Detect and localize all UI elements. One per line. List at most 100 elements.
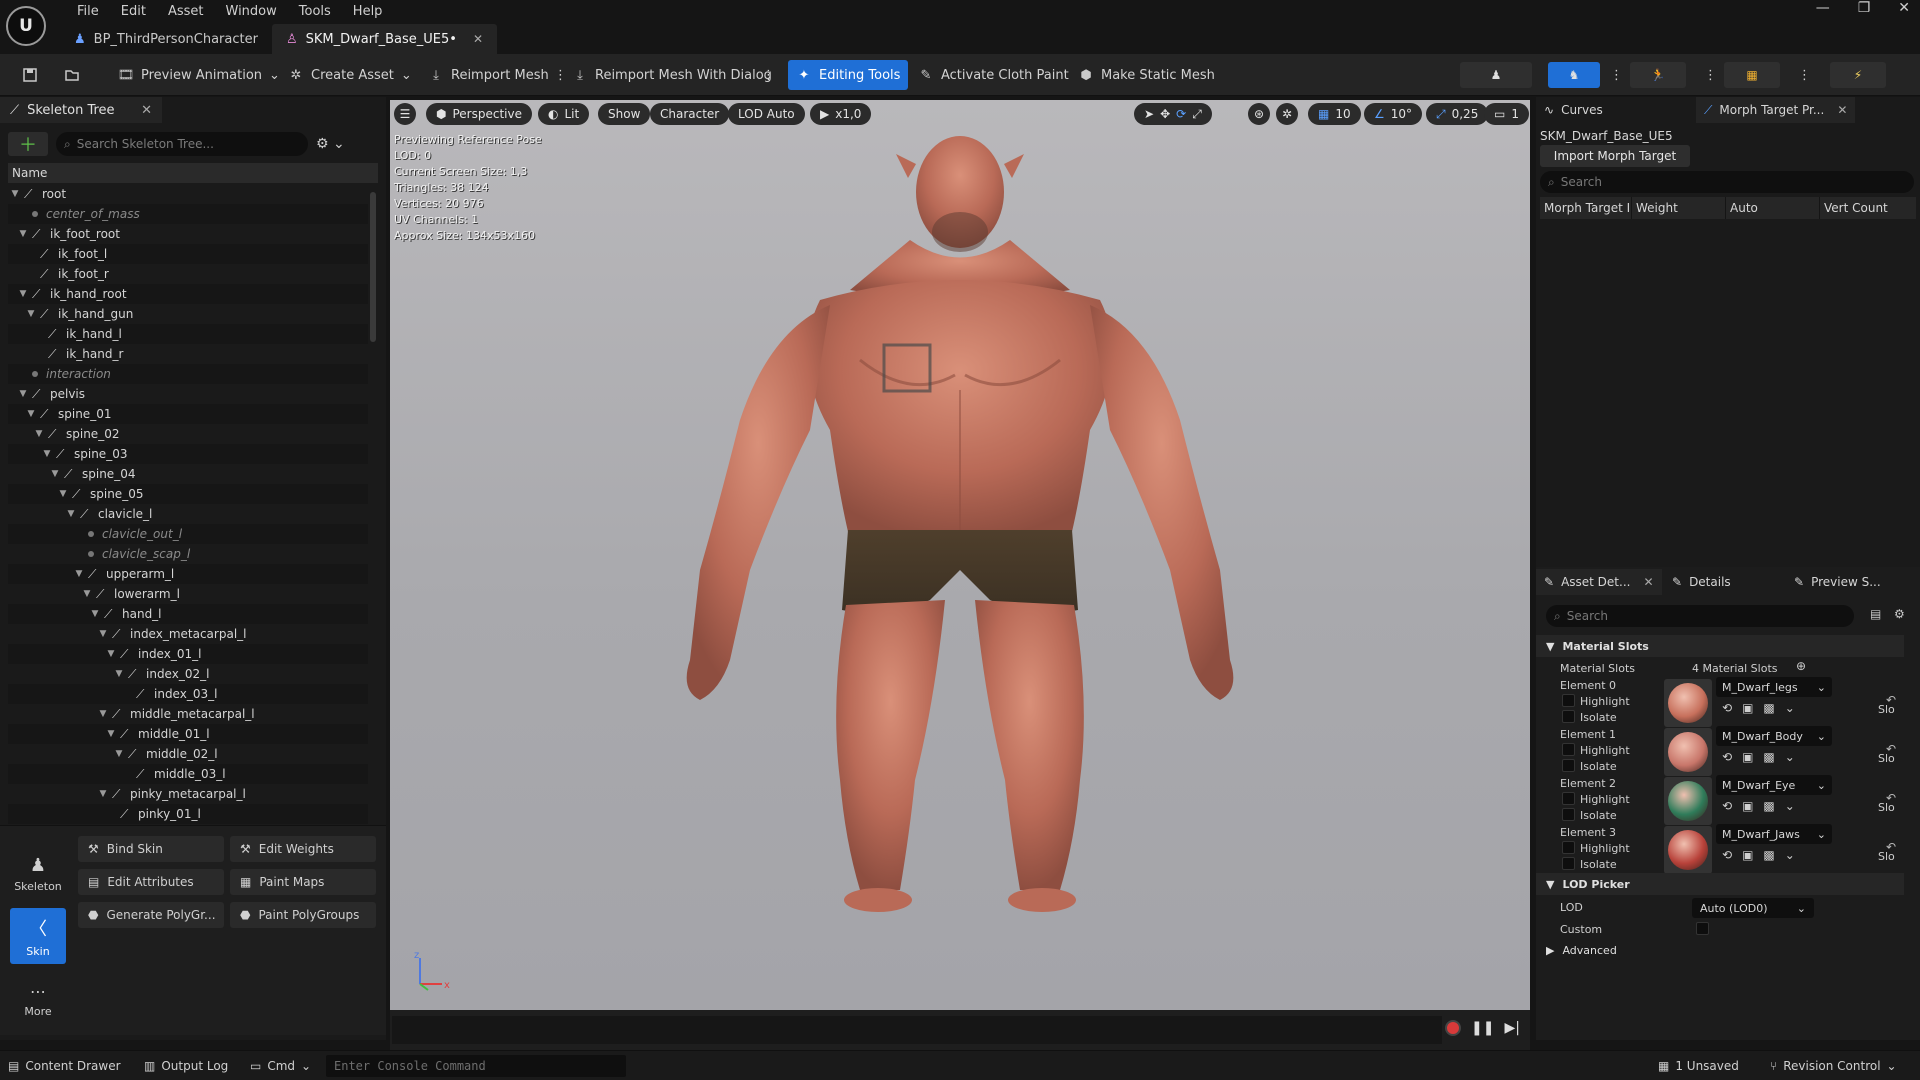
lod-dropdown[interactable]: Auto (LOD0) ⌄ — [1692, 898, 1814, 918]
save-button[interactable] — [14, 60, 46, 90]
chevron-down-icon[interactable]: ⌄ — [1785, 799, 1795, 813]
tree-row[interactable]: ▼ ⟋ spine_05 — [8, 484, 368, 504]
expand-arrow-icon[interactable]: ▼ — [82, 589, 92, 599]
material-dropdown[interactable]: M_Dwarf_Jaws ⌄ — [1716, 824, 1832, 844]
tree-row[interactable]: ▼ ⟋ spine_02 — [8, 424, 368, 444]
mesh-mode-button[interactable]: ♞ — [1548, 62, 1600, 88]
tree-row[interactable]: ▼ ⟋ ik_foot_root — [8, 224, 368, 244]
tree-row[interactable]: ▼ ⟋ hand_l — [8, 604, 368, 624]
reimport-dialog-options-button[interactable]: ⋮ — [754, 60, 783, 90]
tree-row[interactable]: ▼ ⟋ index_02_l — [8, 664, 368, 684]
paint-polygroups-button[interactable]: ⬣ Paint PolyGroups — [230, 902, 376, 928]
isolate-checkbox[interactable] — [1562, 808, 1575, 821]
animation-mode-options[interactable]: ⋮ — [1696, 60, 1725, 90]
settings-button[interactable]: ⚙ ⌄ — [316, 136, 345, 152]
tree-scrollbar[interactable] — [370, 192, 376, 342]
material-dropdown[interactable]: M_Dwarf_Eye ⌄ — [1716, 775, 1832, 795]
make-static-mesh-button[interactable]: ⬢ Make Static Mesh — [1070, 60, 1223, 90]
expand-arrow-icon[interactable]: ▼ — [10, 189, 20, 199]
preview-viewport[interactable]: ☰ ⬢ Perspective ◐ Lit Show Character LOD A… — [390, 100, 1530, 1010]
tab-morph-target-preview[interactable]: ⟋ Morph Target Pr... ✕ — [1696, 97, 1856, 123]
tree-row[interactable]: ▼ ⟋ ik_hand_gun — [8, 304, 368, 324]
tree-row[interactable]: ▼ ⟋ upperarm_l — [8, 564, 368, 584]
col-morph-target[interactable]: Morph Target I — [1540, 197, 1632, 219]
tree-row[interactable]: ⟋ middle_03_l — [8, 764, 368, 784]
browse-to-asset-icon[interactable]: ⟲ — [1722, 750, 1732, 764]
chevron-down-icon[interactable]: ⌄ — [1785, 750, 1795, 764]
tree-row[interactable]: clavicle_scap_l — [8, 544, 368, 564]
folder-icon[interactable]: ▣ — [1742, 799, 1753, 813]
close-icon[interactable]: ✕ — [473, 32, 483, 46]
expand-arrow-icon[interactable]: ▼ — [90, 609, 100, 619]
expand-arrow-icon[interactable]: ▼ — [34, 429, 44, 439]
edit-attributes-button[interactable]: ▤ Edit Attributes — [78, 869, 224, 895]
import-morph-target-button[interactable]: Import Morph Target — [1540, 145, 1690, 167]
tab-bp-third-person[interactable]: ♟ BP_ThirdPersonCharacter — [60, 24, 272, 54]
tab-asset-details[interactable]: ✎ Asset Det... ✕ — [1536, 569, 1662, 595]
menu-window[interactable]: Window — [215, 2, 288, 22]
tree-row[interactable]: ⟋ pinky_01_l — [8, 804, 368, 824]
expand-arrow-icon[interactable]: ▼ — [26, 409, 36, 419]
close-window-icon[interactable]: ✕ — [1898, 0, 1910, 22]
tab-skm-dwarf[interactable]: ♙ SKM_Dwarf_Base_UE5• ✕ — [271, 24, 498, 54]
tree-row[interactable]: ⟋ ik_foot_r — [8, 264, 368, 284]
col-vert-count[interactable]: Vert Count — [1820, 197, 1916, 219]
tab-skeleton-tree[interactable]: ⟋ Skeleton Tree ✕ — [0, 97, 162, 123]
material-dropdown[interactable]: M_Dwarf_Body ⌄ — [1716, 726, 1832, 746]
menu-asset[interactable]: Asset — [157, 2, 215, 22]
preview-animation-button[interactable]: 🎞 Preview Animation ⌄ — [110, 60, 288, 90]
blueprint-mode-options[interactable]: ⋮ — [1790, 60, 1819, 90]
mode-skeleton-button[interactable]: ♟ Skeleton — [10, 846, 66, 902]
minimize-icon[interactable]: — — [1816, 0, 1830, 22]
expand-arrow-icon[interactable]: ▼ — [58, 489, 68, 499]
tree-row[interactable]: ⟋ ik_hand_r — [8, 344, 368, 364]
table-view-icon[interactable]: ▤ — [1870, 607, 1881, 621]
activate-cloth-paint-button[interactable]: ✎ Activate Cloth Paint — [910, 60, 1077, 90]
expand-arrow-icon[interactable]: ▼ — [106, 649, 116, 659]
tree-row[interactable]: interaction — [8, 364, 368, 384]
chevron-down-icon[interactable]: ⌄ — [1785, 701, 1795, 715]
material-thumbnail[interactable] — [1664, 679, 1712, 727]
console-command-input[interactable]: Enter Console Command — [326, 1055, 626, 1077]
tree-row[interactable]: clavicle_out_l — [8, 524, 368, 544]
tree-row[interactable]: center_of_mass — [8, 204, 368, 224]
unsaved-button[interactable]: ▦ 1 Unsaved — [1658, 1057, 1739, 1075]
checker-icon[interactable]: ▩ — [1763, 701, 1774, 715]
timeline-track[interactable] — [392, 1016, 1442, 1044]
skeleton-mode-button[interactable]: ♟ — [1460, 62, 1532, 88]
tree-row[interactable]: ▼ ⟋ pinky_metacarpal_l — [8, 784, 368, 804]
mode-skin-button[interactable]: 〈 Skin — [10, 908, 66, 964]
expand-arrow-icon[interactable]: ▼ — [74, 569, 84, 579]
add-socket-button[interactable]: ＋ — [8, 132, 48, 156]
checker-icon[interactable]: ▩ — [1763, 848, 1774, 862]
close-icon[interactable]: ✕ — [141, 103, 152, 118]
paint-maps-button[interactable]: ▦ Paint Maps — [230, 869, 376, 895]
isolate-checkbox[interactable] — [1562, 857, 1575, 870]
morph-search-input[interactable]: ⌕ Search — [1540, 171, 1914, 193]
custom-checkbox[interactable] — [1696, 922, 1709, 935]
tree-row[interactable]: ▼ ⟋ spine_01 — [8, 404, 368, 424]
maximize-icon[interactable]: ❐ — [1858, 0, 1871, 22]
highlight-checkbox[interactable] — [1562, 694, 1575, 707]
tree-row[interactable]: ▼ ⟋ index_01_l — [8, 644, 368, 664]
tree-row[interactable]: ⟋ ik_foot_l — [8, 244, 368, 264]
step-forward-icon[interactable]: ▶| — [1505, 1020, 1520, 1036]
reimport-mesh-button[interactable]: ⤓ Reimport Mesh — [420, 60, 557, 90]
expand-arrow-icon[interactable]: ▼ — [66, 509, 76, 519]
expand-arrow-icon[interactable]: ▼ — [98, 789, 108, 799]
lod-picker-section[interactable]: ▼ LOD Picker — [1536, 873, 1904, 895]
tree-row[interactable]: ▼ ⟋ lowerarm_l — [8, 584, 368, 604]
browse-to-asset-icon[interactable]: ⟲ — [1722, 799, 1732, 813]
checker-icon[interactable]: ▩ — [1763, 750, 1774, 764]
record-icon[interactable] — [1445, 1020, 1462, 1036]
tab-curves[interactable]: ∿ Curves — [1536, 97, 1611, 123]
tree-row[interactable]: ▼ ⟋ middle_metacarpal_l — [8, 704, 368, 724]
details-search-input[interactable]: ⌕ Search — [1546, 605, 1854, 627]
mode-more-button[interactable]: ⋯ More — [10, 972, 66, 1028]
animation-mode-button[interactable]: 🏃 — [1630, 62, 1686, 88]
menu-help[interactable]: Help — [342, 2, 394, 22]
expand-arrow-icon[interactable]: ▼ — [114, 669, 124, 679]
tree-row[interactable]: ▼ ⟋ middle_01_l — [8, 724, 368, 744]
expand-arrow-icon[interactable]: ▼ — [98, 629, 108, 639]
expand-arrow-icon[interactable]: ▼ — [98, 709, 108, 719]
